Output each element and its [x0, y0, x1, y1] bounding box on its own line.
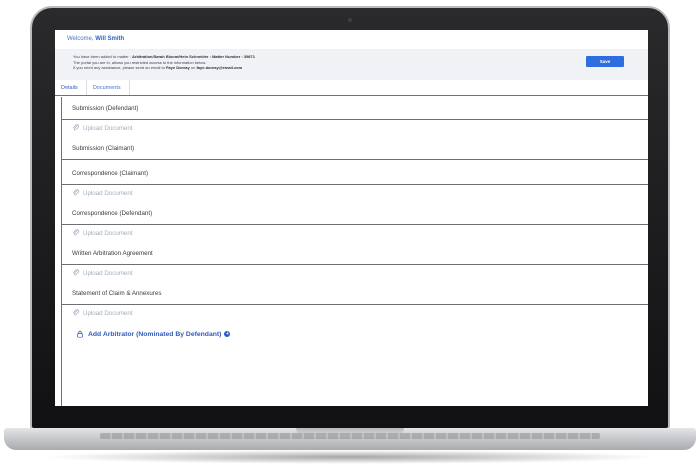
upload-document-button[interactable]: Upload Document: [62, 185, 648, 202]
section-title: Correspondence (Defendant): [62, 202, 648, 225]
upload-document-button[interactable]: Upload Document: [62, 305, 648, 322]
paperclip-icon: [73, 309, 80, 316]
section-title: Written Arbitration Agreement: [62, 242, 648, 265]
upload-document-button[interactable]: Upload Document: [62, 225, 648, 242]
contact-name: Faye Doreay: [165, 65, 190, 71]
paperclip-icon: [73, 269, 80, 276]
tab-details[interactable]: Details: [55, 80, 87, 95]
welcome-bar: Welcome, Will Smith: [55, 30, 648, 50]
documents-panel: Submission (Defendant) Upload Document S…: [61, 97, 648, 406]
paperclip-icon: [73, 229, 80, 236]
save-button[interactable]: Save: [586, 56, 624, 67]
section-title: Submission (Claimant): [62, 137, 648, 160]
upload-document-button[interactable]: Upload Document: [62, 120, 648, 137]
section-submission-claimant: Submission (Claimant): [62, 137, 648, 160]
section-submission-defendant: Submission (Defendant) Upload Document: [62, 97, 648, 137]
paperclip-icon: [73, 189, 80, 196]
upload-label: Upload Document: [83, 190, 133, 197]
add-arbitrator-button[interactable]: Add Arbitrator (Nominated By Defendant) …: [62, 330, 648, 338]
section-title: Correspondence (Claimant): [62, 162, 648, 185]
upload-label: Upload Document: [83, 270, 133, 277]
tab-bar: Details Documents: [55, 80, 648, 96]
laptop-shadow: [40, 450, 660, 464]
section-title: Statement of Claim & Annexures: [62, 282, 648, 305]
section-title: Submission (Defendant): [62, 97, 648, 120]
app-screen: Welcome, Will Smith You have been added …: [55, 30, 648, 406]
welcome-prefix: Welcome,: [67, 36, 94, 42]
add-arbitrator-label: Add Arbitrator (Nominated By Defendant): [88, 330, 222, 338]
matter-notice: You have been added to matter : Arbitrat…: [55, 50, 648, 80]
lock-icon: [77, 330, 83, 338]
keyboard-edge: [100, 433, 600, 439]
upload-label: Upload Document: [83, 125, 133, 132]
tab-documents[interactable]: Documents: [87, 80, 130, 95]
upload-document-button[interactable]: Upload Document: [62, 265, 648, 282]
section-correspondence-claimant: Correspondence (Claimant) Upload Documen…: [62, 162, 648, 202]
matter-parties: Arbitration/Sarah Bloom/Hein Schneider: [132, 54, 209, 59]
upload-label: Upload Document: [83, 230, 133, 237]
contact-email[interactable]: faye.doreay@email.com: [196, 65, 242, 70]
user-name[interactable]: Will Smith: [95, 36, 124, 42]
section-statement-of-claim: Statement of Claim & Annexures Upload Do…: [62, 282, 648, 322]
camera-icon: [348, 18, 352, 22]
section-written-arbitration-agreement: Written Arbitration Agreement Upload Doc…: [62, 242, 648, 282]
plus-circle-icon: +: [224, 330, 231, 337]
section-correspondence-defendant: Correspondence (Defendant) Upload Docume…: [62, 202, 648, 242]
notice-line-3: If you need any assistance, please send …: [73, 65, 243, 71]
paperclip-icon: [73, 124, 80, 131]
upload-label: Upload Document: [83, 310, 133, 317]
matter-number: : Matter Number : 39871: [209, 54, 255, 59]
